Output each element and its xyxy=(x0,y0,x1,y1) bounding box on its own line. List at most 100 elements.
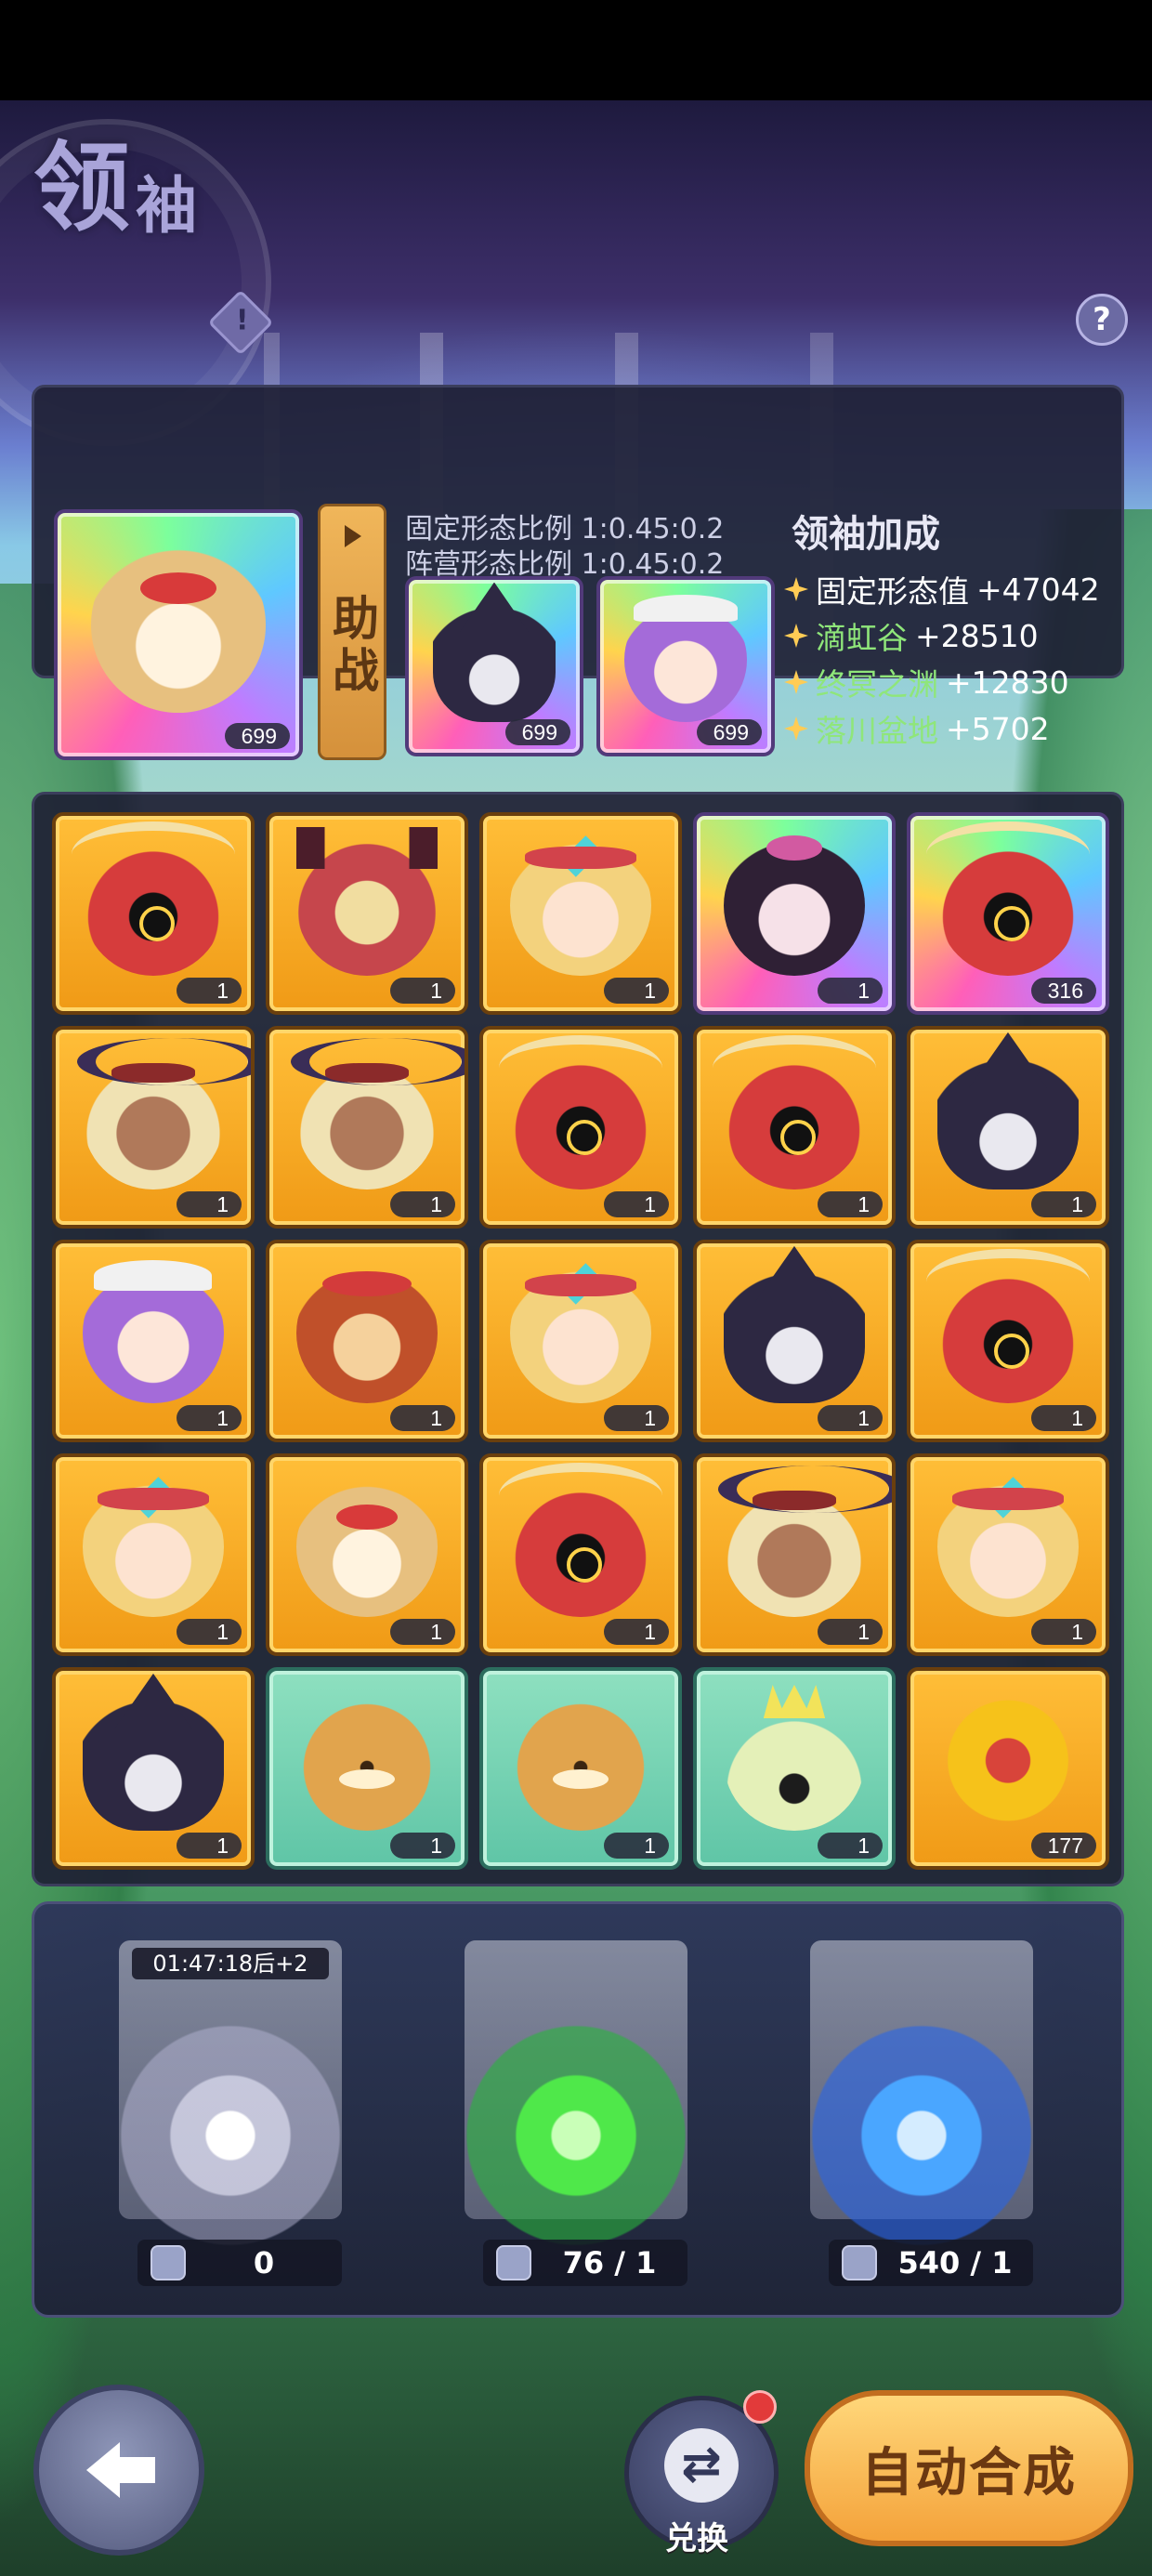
grid-item[interactable]: 1 xyxy=(693,812,896,1015)
back-button[interactable] xyxy=(33,2385,204,2556)
grid-item[interactable]: 1 xyxy=(266,1026,468,1229)
assist-slot-2[interactable]: 699 xyxy=(596,576,775,756)
summon-pool-green[interactable] xyxy=(437,1940,715,2275)
leader-level: 699 xyxy=(225,723,290,749)
token-icon xyxy=(151,2245,186,2280)
assist-portrait-2 xyxy=(623,594,748,722)
grid-item[interactable]: 1 xyxy=(907,1026,1109,1229)
grid-item[interactable]: 316 xyxy=(907,812,1109,1015)
grid-item[interactable]: 1 xyxy=(52,1026,255,1229)
item-count: 1 xyxy=(818,1405,883,1431)
blonde-portrait xyxy=(510,1263,651,1404)
grid-item[interactable]: 1 xyxy=(479,1667,682,1870)
knight-portrait xyxy=(724,1263,865,1404)
bonus-fixed: 固定形态值 +47042 xyxy=(784,567,1100,611)
grid-item[interactable]: 1 xyxy=(479,1240,682,1442)
item-count: 1 xyxy=(177,978,242,1004)
exchange-label: 兑换 xyxy=(665,2520,728,2557)
grid-item[interactable]: 1 xyxy=(52,812,255,1015)
knight-portrait xyxy=(83,1690,224,1832)
horns-portrait xyxy=(291,1037,465,1190)
item-count: 1 xyxy=(604,1833,669,1859)
assist-button[interactable]: 助战 xyxy=(318,504,386,760)
grid-item[interactable]: 1 xyxy=(907,1240,1109,1442)
token-icon xyxy=(842,2245,877,2280)
item-count: 1 xyxy=(1031,1405,1096,1431)
bonus-camp-1: 滴虹谷 +28510 xyxy=(784,613,1039,658)
grid-item[interactable]: 1 xyxy=(52,1240,255,1442)
bell-portrait xyxy=(724,1690,865,1832)
grid-item[interactable]: 1 xyxy=(266,1240,468,1442)
leader-portrait xyxy=(91,537,266,713)
fox-portrait xyxy=(296,1477,438,1618)
grid-item[interactable]: 1 xyxy=(479,1453,682,1656)
purple-portrait xyxy=(83,1259,224,1404)
item-count: 1 xyxy=(390,978,455,1004)
hood-portrait xyxy=(713,1034,876,1190)
item-count: 1 xyxy=(1031,1191,1096,1217)
assist-level-1: 699 xyxy=(505,719,570,745)
star-icon xyxy=(784,577,808,601)
grid-item[interactable]: 1 xyxy=(907,1453,1109,1656)
grid-item[interactable]: 1 xyxy=(266,1453,468,1656)
summon-pool-blue[interactable] xyxy=(782,1940,1061,2275)
dragon-portrait xyxy=(296,826,438,977)
item-count: 1 xyxy=(390,1191,455,1217)
notification-dot xyxy=(743,2390,777,2424)
item-count: 177 xyxy=(1031,1833,1096,1859)
item-count: 1 xyxy=(177,1833,242,1859)
leader-main-slot[interactable]: 699 xyxy=(54,509,303,760)
grid-item[interactable]: 1 xyxy=(693,1026,896,1229)
pool-count-green: 76 / 1 xyxy=(483,2240,687,2286)
grid-item[interactable]: 1 xyxy=(693,1453,896,1656)
grid-item[interactable]: 1 xyxy=(266,812,468,1015)
item-count: 1 xyxy=(818,1191,883,1217)
bonus-camp-2: 终冥之渊 +12830 xyxy=(784,660,1069,704)
grid-item[interactable]: 177 xyxy=(907,1667,1109,1870)
white-portal-icon xyxy=(91,1996,370,2275)
bonus-camp-3: 落川盆地 +5702 xyxy=(784,706,1050,751)
item-count: 1 xyxy=(818,1833,883,1859)
summon-pool-white[interactable]: 01:47:18后+2 xyxy=(91,1940,370,2275)
tiger-portrait xyxy=(296,1690,438,1832)
play-icon xyxy=(345,525,361,547)
grid-item[interactable]: 1 xyxy=(479,1026,682,1229)
item-count: 1 xyxy=(604,978,669,1004)
hood-portrait xyxy=(926,1248,1090,1404)
auto-merge-button[interactable]: 自动合成 xyxy=(805,2390,1133,2546)
tiger-portrait xyxy=(510,1690,651,1832)
hood-portrait xyxy=(926,821,1090,977)
token-icon xyxy=(496,2245,531,2280)
refresh-timer: 01:47:18后+2 xyxy=(132,1948,329,1979)
assist-slot-1[interactable]: 699 xyxy=(405,576,583,756)
grid-item[interactable]: 1 xyxy=(693,1240,896,1442)
page-title: 领 袖 xyxy=(33,130,198,244)
flower-portrait xyxy=(937,1690,1079,1832)
grid-item[interactable]: 1 xyxy=(52,1667,255,1870)
item-count: 1 xyxy=(177,1619,242,1645)
bonus-title: 领袖加成 xyxy=(792,512,940,556)
hood-portrait xyxy=(72,821,235,977)
blonde-portrait xyxy=(510,835,651,977)
grid-item[interactable]: 1 xyxy=(693,1667,896,1870)
star-icon xyxy=(784,624,808,648)
item-count: 1 xyxy=(818,1619,883,1645)
item-count: 1 xyxy=(390,1833,455,1859)
blonde-portrait xyxy=(83,1477,224,1618)
item-count: 1 xyxy=(1031,1619,1096,1645)
hood-portrait xyxy=(499,1462,662,1618)
assist-level-2: 699 xyxy=(697,719,762,745)
blue-portal-icon xyxy=(782,1996,1061,2275)
pool-count-white: 0 xyxy=(137,2240,342,2286)
item-count: 1 xyxy=(604,1619,669,1645)
grid-item[interactable]: 1 xyxy=(266,1667,468,1870)
grid-item[interactable]: 1 xyxy=(52,1453,255,1656)
item-count: 1 xyxy=(604,1191,669,1217)
item-count: 316 xyxy=(1031,978,1096,1004)
swap-icon: ⇄ xyxy=(664,2428,739,2503)
star-icon xyxy=(784,670,808,694)
star-icon xyxy=(784,716,808,741)
help-icon[interactable]: ? xyxy=(1076,294,1128,346)
grid-item[interactable]: 1 xyxy=(479,812,682,1015)
arrow-left-icon xyxy=(86,2442,155,2498)
